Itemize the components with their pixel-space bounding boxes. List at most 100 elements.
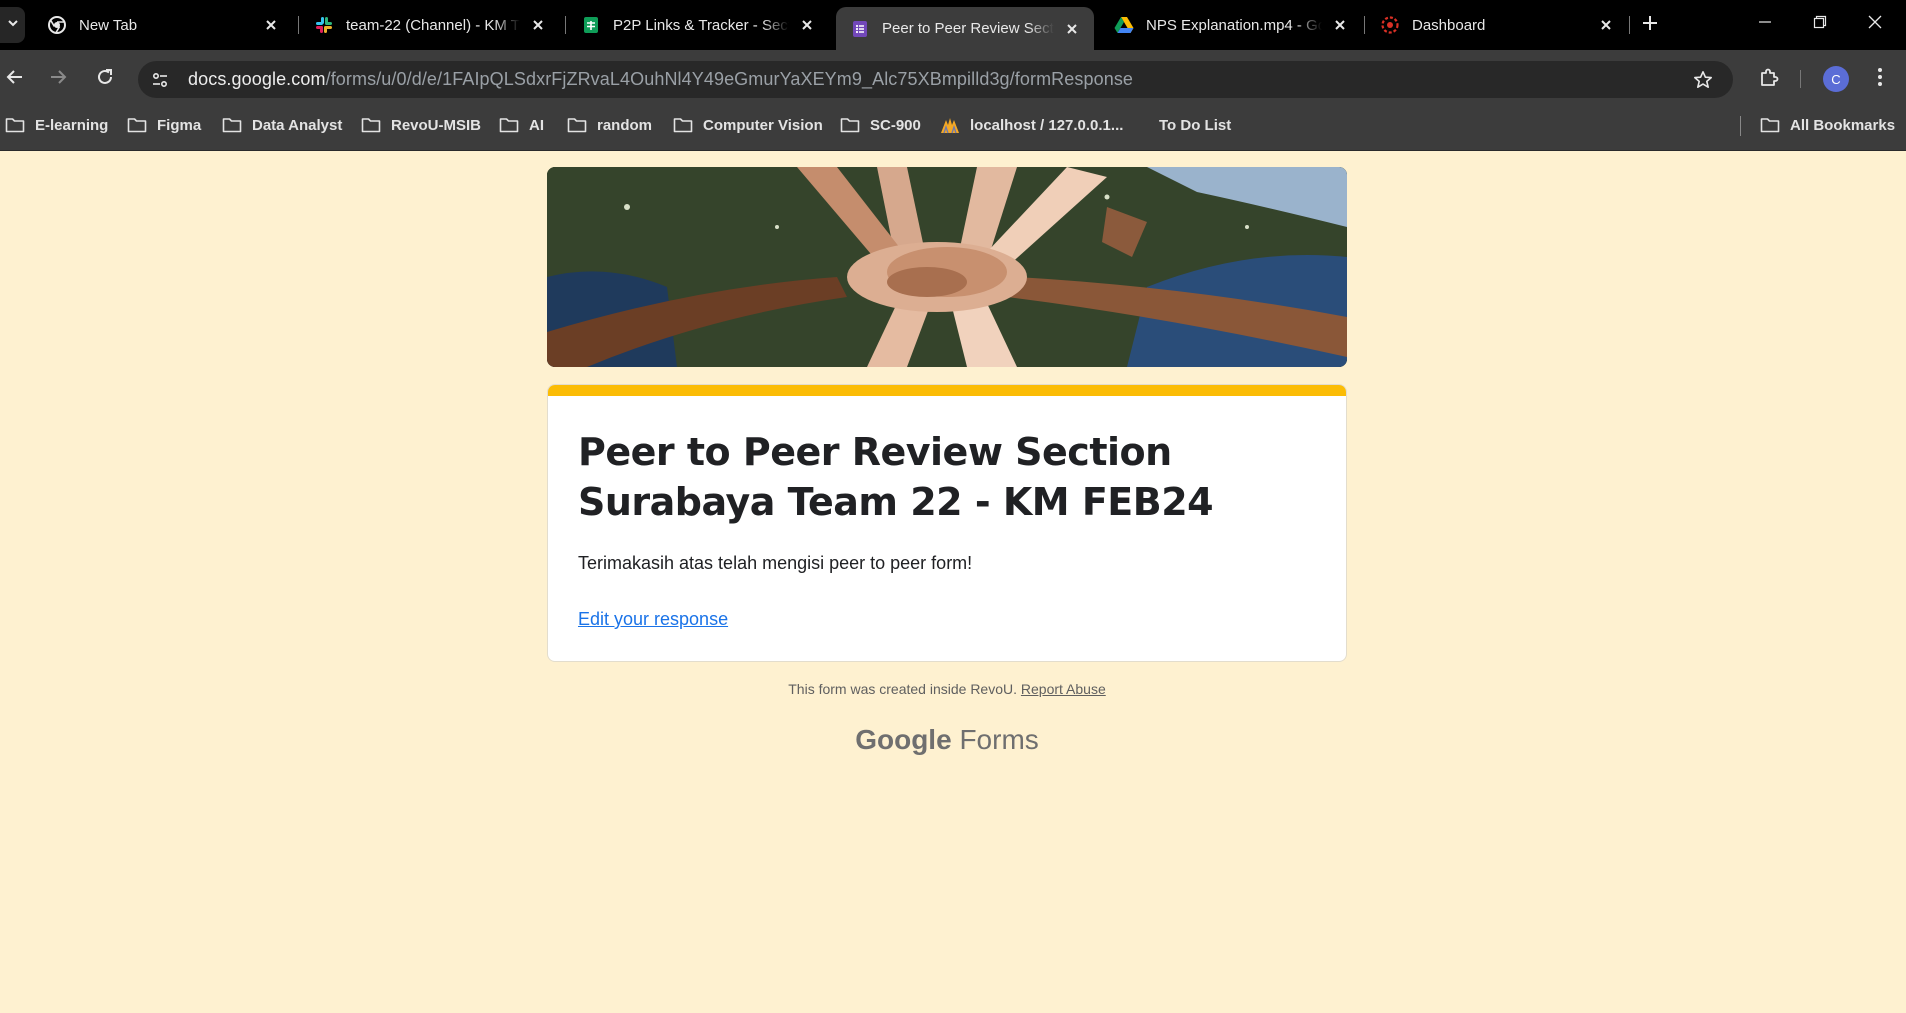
address-bar[interactable]: docs.google.com/forms/u/0/d/e/1FAIpQLSdx… bbox=[138, 61, 1733, 98]
bookmark-label: E-learning bbox=[35, 116, 109, 134]
tab-new-tab[interactable]: New Tab bbox=[33, 7, 293, 43]
bookmarks-bar: E-learning Figma Data Analyst RevoU-MSIB… bbox=[0, 107, 1906, 151]
puzzle-icon bbox=[1759, 67, 1779, 92]
browser-toolbar: docs.google.com/forms/u/0/d/e/1FAIpQLSdx… bbox=[0, 50, 1906, 107]
tab-search-button[interactable] bbox=[0, 7, 25, 43]
bookmark-star-icon[interactable] bbox=[1691, 68, 1715, 92]
close-icon bbox=[1868, 15, 1882, 34]
url-path: /forms/u/0/d/e/1FAIpQLSdxrFjZRvaL4OuhNl4… bbox=[325, 69, 1134, 89]
close-tab-icon[interactable] bbox=[528, 15, 548, 35]
arrow-left-icon bbox=[6, 68, 24, 91]
form-confirmation-card: Peer to Peer Review Section Surabaya Tea… bbox=[547, 384, 1347, 662]
close-tab-icon[interactable] bbox=[1596, 15, 1616, 35]
form-accent-bar bbox=[548, 385, 1346, 396]
bookmark-to-do-list[interactable]: To Do List bbox=[1159, 107, 1231, 143]
tab-title: Peer to Peer Review Sectio bbox=[882, 20, 1054, 37]
tab-title: Dashboard bbox=[1412, 16, 1486, 34]
form-title: Peer to Peer Review Section Surabaya Tea… bbox=[578, 430, 1214, 524]
drive-icon bbox=[1114, 15, 1134, 35]
site-settings-icon[interactable] bbox=[146, 66, 174, 94]
tab-title: team-22 (Channel) - KM T bbox=[346, 16, 520, 34]
tab-peer-review-form[interactable]: Peer to Peer Review Sectio bbox=[836, 7, 1094, 50]
profile-initial: C bbox=[1831, 71, 1841, 87]
folder-icon bbox=[840, 116, 860, 134]
bookmark-label: Computer Vision bbox=[703, 116, 823, 134]
restore-button[interactable] bbox=[1797, 6, 1843, 42]
folder-icon bbox=[5, 116, 25, 134]
bookmark-computer-vision[interactable]: Computer Vision bbox=[673, 107, 823, 143]
tab-title: P2P Links & Tracker - Secti bbox=[613, 16, 789, 34]
bookmark-label: AI bbox=[529, 116, 544, 134]
bookmark-localhost[interactable]: localhost / 127.0.0.1... bbox=[940, 107, 1123, 143]
bookmark-sc-900[interactable]: SC-900 bbox=[840, 107, 921, 143]
folder-icon bbox=[361, 116, 381, 134]
tab-drive[interactable]: NPS Explanation.mp4 - Go bbox=[1100, 7, 1362, 43]
tab-strip: New Tab team-22 (Channel) - KM T P2P Lin… bbox=[0, 0, 1906, 50]
bookmark-label: SC-900 bbox=[870, 116, 921, 134]
tab-sheets[interactable]: P2P Links & Tracker - Secti bbox=[567, 7, 829, 43]
close-tab-icon[interactable] bbox=[797, 15, 817, 35]
bookmarks-separator bbox=[1740, 116, 1741, 136]
google-wordmark: Google bbox=[855, 724, 952, 755]
report-abuse-link[interactable]: Report Abuse bbox=[1021, 681, 1106, 697]
url-text: docs.google.com/forms/u/0/d/e/1FAIpQLSdx… bbox=[188, 69, 1133, 90]
bookmark-label: RevoU-MSIB bbox=[391, 116, 482, 134]
google-forms-logo[interactable]: Google Forms bbox=[0, 724, 1894, 756]
hands-together-illustration bbox=[547, 167, 1347, 367]
form-header-image bbox=[547, 167, 1347, 367]
tab-slack[interactable]: team-22 (Channel) - KM T bbox=[300, 7, 560, 43]
forms-wordmark: Forms bbox=[959, 724, 1039, 755]
phpmyadmin-icon bbox=[940, 116, 960, 134]
new-tab-button[interactable] bbox=[1640, 10, 1660, 40]
folder-icon bbox=[673, 116, 693, 134]
bookmark-label: Figma bbox=[157, 116, 202, 134]
close-window-button[interactable] bbox=[1852, 6, 1898, 42]
bookmark-random[interactable]: random bbox=[567, 107, 652, 143]
plus-icon bbox=[1642, 15, 1658, 36]
url-host: docs.google.com bbox=[188, 69, 326, 89]
restore-icon bbox=[1813, 15, 1827, 34]
tab-separator bbox=[1364, 16, 1365, 34]
back-button[interactable] bbox=[0, 64, 30, 94]
tab-dashboard[interactable]: Dashboard bbox=[1366, 7, 1628, 43]
all-bookmarks-label: All Bookmarks bbox=[1790, 116, 1896, 134]
reload-icon bbox=[96, 68, 114, 91]
tab-separator bbox=[298, 16, 299, 34]
bookmark-figma[interactable]: Figma bbox=[127, 107, 201, 143]
bookmark-label: Data Analyst bbox=[252, 116, 343, 134]
chrome-icon bbox=[47, 15, 67, 35]
bookmark-label: To Do List bbox=[1159, 116, 1232, 134]
reload-button[interactable] bbox=[90, 64, 120, 94]
forward-button[interactable] bbox=[43, 64, 73, 94]
close-tab-icon[interactable] bbox=[1062, 19, 1082, 39]
minimize-button[interactable] bbox=[1742, 6, 1788, 42]
bookmark-e-learning[interactable]: E-learning bbox=[5, 107, 108, 143]
slack-icon bbox=[314, 15, 334, 35]
tab-separator bbox=[1629, 16, 1630, 34]
bookmark-data-analyst[interactable]: Data Analyst bbox=[222, 107, 342, 143]
folder-icon bbox=[222, 116, 242, 134]
close-tab-icon[interactable] bbox=[1330, 15, 1350, 35]
form-footer-note: This form was created inside RevoU. Repo… bbox=[0, 681, 1894, 697]
bookmark-revou-msib[interactable]: RevoU-MSIB bbox=[361, 107, 481, 143]
close-tab-icon[interactable] bbox=[261, 15, 281, 35]
confirmation-message: Terimakasih atas telah mengisi peer to p… bbox=[578, 553, 973, 573]
folder-icon bbox=[127, 116, 147, 134]
bookmark-ai[interactable]: AI bbox=[499, 107, 544, 143]
tab-title: New Tab bbox=[79, 16, 138, 34]
profile-avatar[interactable]: C bbox=[1823, 66, 1849, 92]
dashboard-icon bbox=[1380, 15, 1400, 35]
extensions-button[interactable] bbox=[1754, 64, 1784, 94]
kebab-menu-icon bbox=[1877, 67, 1883, 92]
sheets-icon bbox=[581, 15, 601, 35]
arrow-right-icon bbox=[49, 68, 67, 91]
chevron-down-icon bbox=[7, 16, 19, 34]
all-bookmarks[interactable]: All Bookmarks bbox=[1760, 107, 1895, 143]
tab-separator bbox=[565, 16, 566, 34]
browser-menu-button[interactable] bbox=[1868, 64, 1892, 94]
folder-icon bbox=[567, 116, 587, 134]
footer-note-text: This form was created inside RevoU. bbox=[788, 681, 1018, 697]
edit-response-link[interactable]: Edit your response bbox=[578, 609, 728, 630]
bookmark-label: localhost / 127.0.0.1... bbox=[970, 116, 1124, 134]
toolbar-separator bbox=[1800, 70, 1801, 88]
